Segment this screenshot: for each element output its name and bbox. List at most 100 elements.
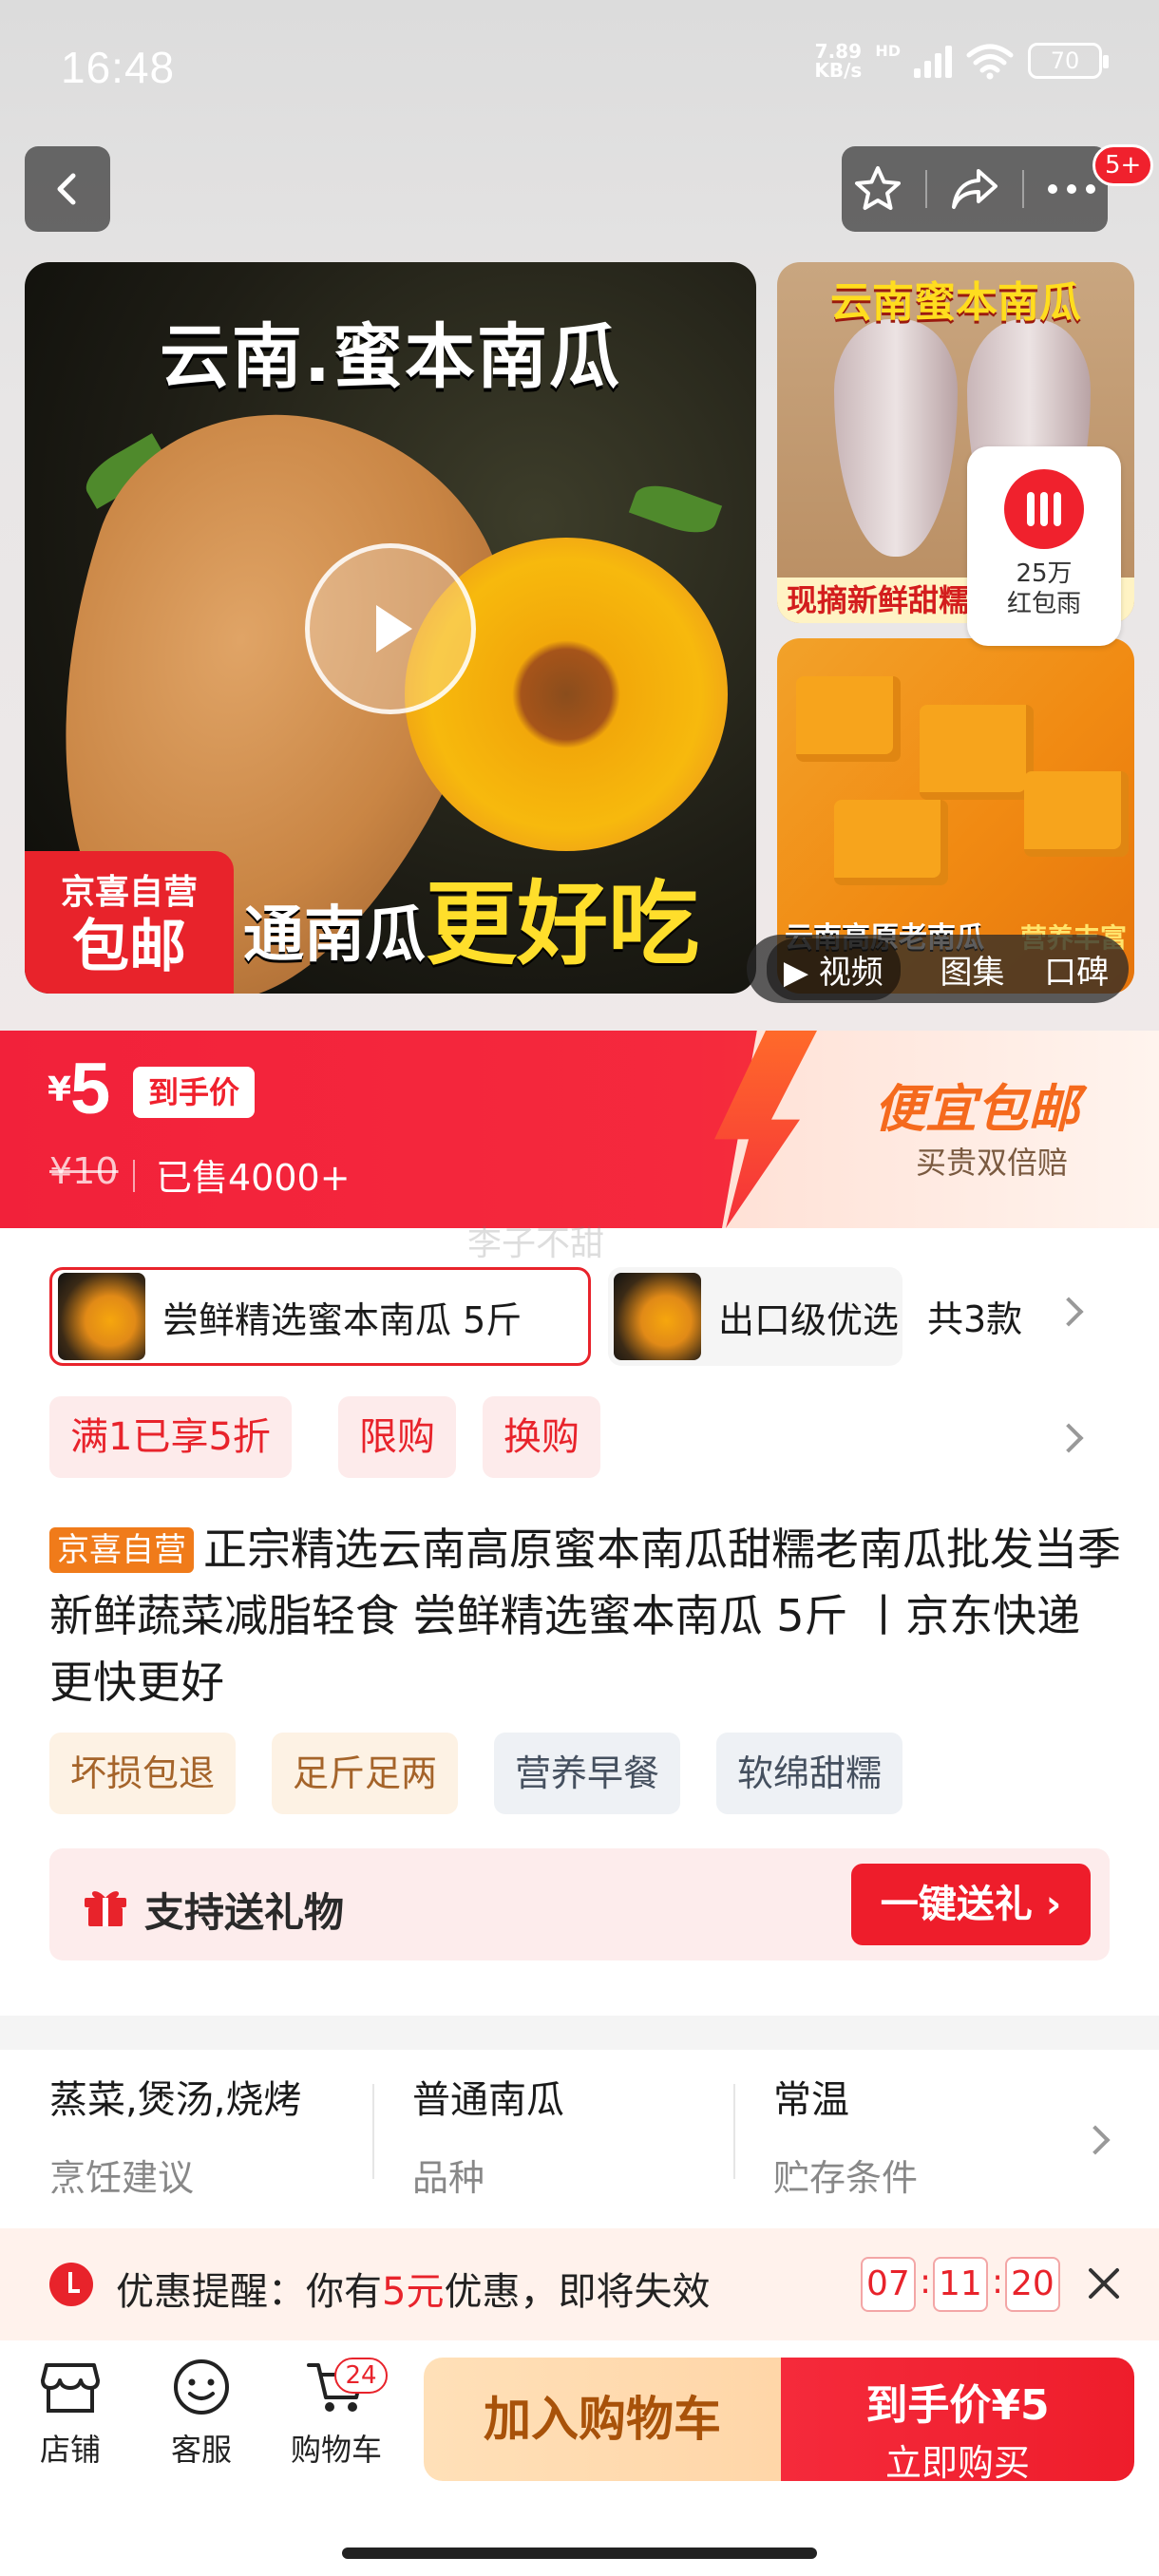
back-button[interactable] bbox=[25, 146, 110, 232]
promo-limit[interactable]: 限购 bbox=[338, 1396, 456, 1478]
pumpkin-cube bbox=[920, 705, 1034, 800]
leaf-decoration bbox=[628, 476, 723, 542]
section-divider bbox=[0, 2016, 1159, 2050]
battery-icon: 70 bbox=[1028, 43, 1109, 79]
cart-count-badge: 24 bbox=[334, 2358, 388, 2394]
reminder-suffix: 优惠，即将失效 bbox=[444, 2270, 711, 2314]
spec-value: 蒸菜,煲汤,烧烤 bbox=[49, 2078, 302, 2122]
media-tabs: ▶ 视频 图集 口碑 bbox=[747, 935, 1129, 1003]
send-gift-button[interactable]: 一键送礼 › bbox=[851, 1864, 1091, 1945]
smile-icon bbox=[174, 2359, 229, 2415]
red-packet-label: 红包雨 bbox=[1006, 590, 1081, 618]
chevron-right-icon[interactable] bbox=[1054, 1297, 1084, 1327]
service-tag: 坏损包退 bbox=[49, 1733, 237, 1814]
net-speed: 7.89 KB/s bbox=[814, 42, 862, 80]
red-packet-amount: 25万 bbox=[1016, 559, 1073, 588]
spec-section[interactable]: 蒸菜,煲汤,烧烤 烹饪建议 普通南瓜 品种 常温 贮存条件 bbox=[0, 2050, 1159, 2230]
status-bar: 16:48 7.89 KB/s HD 70 bbox=[0, 0, 1159, 133]
clock-icon bbox=[49, 2263, 93, 2306]
variant-label: 出口级优选 bbox=[718, 1298, 900, 1341]
tab-video[interactable]: ▶ 视频 bbox=[766, 938, 901, 1000]
play-icon bbox=[376, 605, 412, 653]
spec-key: 烹饪建议 bbox=[49, 2157, 195, 2199]
variant-option[interactable]: 出口级优选 bbox=[608, 1267, 902, 1366]
net-speed-unit: KB/s bbox=[814, 59, 863, 82]
spec-cooking: 蒸菜,煲汤,烧烤 烹饪建议 bbox=[49, 2069, 301, 2201]
divider bbox=[733, 2084, 735, 2179]
price-amount: 5 bbox=[70, 1049, 111, 1129]
store-icon bbox=[41, 2363, 100, 2413]
promo-exchange[interactable]: 换购 bbox=[483, 1396, 600, 1478]
variant-option-selected[interactable]: 尝鲜精选蜜本南瓜 5斤 bbox=[49, 1267, 591, 1366]
chevron-left-icon bbox=[57, 173, 76, 205]
store-button[interactable]: 店铺 bbox=[13, 2358, 127, 2470]
hd-indicator: HD bbox=[875, 42, 901, 60]
variant-thumbnail bbox=[614, 1273, 701, 1360]
reminder-text: 优惠提醒：你有5元优惠，即将失效 bbox=[116, 2261, 710, 2316]
close-icon[interactable] bbox=[1085, 2264, 1123, 2302]
self-operated-badge: 京喜自营 包邮 bbox=[25, 851, 234, 994]
tab-gallery[interactable]: 图集 bbox=[940, 946, 1004, 993]
spec-storage: 常温 贮存条件 bbox=[773, 2069, 918, 2201]
nav-actions bbox=[842, 146, 1108, 232]
message-badge: 5+ bbox=[1092, 144, 1154, 186]
countdown-seconds: 20 bbox=[1005, 2257, 1060, 2312]
add-to-cart-button[interactable]: 加入购物车 bbox=[424, 2358, 781, 2481]
variant-count[interactable]: 共3款 bbox=[927, 1290, 1022, 1342]
hero-section: 16:48 7.89 KB/s HD 70 5+ 云南.蜜本南瓜 通南瓜更好吃 … bbox=[0, 0, 1159, 1031]
side-image-title: 云南蜜本南瓜 bbox=[830, 278, 1081, 327]
promo-subtitle: 买贵双倍赔 bbox=[916, 1145, 1069, 1181]
squash-illustration bbox=[834, 319, 958, 557]
final-price-tag: 到手价 bbox=[133, 1067, 256, 1118]
chevron-right-icon[interactable] bbox=[1054, 1423, 1084, 1453]
feature-tag: 营养早餐 bbox=[494, 1733, 681, 1814]
pumpkin-cube bbox=[1024, 771, 1129, 857]
promo-discount[interactable]: 满1已享5折 bbox=[49, 1396, 292, 1478]
share-icon[interactable] bbox=[948, 163, 1001, 215]
wifi-icon bbox=[966, 44, 1014, 80]
image-slogan-highlight: 更好吃 bbox=[426, 871, 699, 977]
countdown-colon: : bbox=[920, 2263, 932, 2301]
spec-value: 常温 bbox=[773, 2078, 849, 2122]
variant-selector: 尝鲜精选蜜本南瓜 5斤 出口级优选 共3款 bbox=[0, 1254, 1159, 1368]
signal-icon bbox=[914, 44, 952, 78]
countdown-minutes: 11 bbox=[933, 2257, 988, 2312]
net-speed-value: 7.89 bbox=[814, 40, 863, 63]
cart-label: 购物车 bbox=[290, 2432, 382, 2468]
pumpkin-cube bbox=[796, 676, 901, 762]
reminder-prefix: 优惠提醒：你有 bbox=[116, 2270, 382, 2314]
reminder-amount: 5元 bbox=[382, 2270, 445, 2314]
product-title-text: 正宗精选云南高原蜜本南瓜甜糯老南瓜批发当季新鲜蔬菜减脂轻食 尝鲜精选蜜本南瓜 5… bbox=[49, 1524, 1121, 1708]
customer-service-button[interactable]: 客服 bbox=[144, 2358, 258, 2470]
image-title: 云南.蜜本南瓜 bbox=[159, 316, 622, 398]
tab-video-label: 视频 bbox=[818, 953, 884, 992]
countdown-colon: : bbox=[992, 2263, 1004, 2301]
home-indicator[interactable] bbox=[342, 2548, 817, 2559]
countdown-hours: 07 bbox=[861, 2257, 916, 2312]
buy-now-button[interactable]: 到手价¥5 立即购买 bbox=[781, 2358, 1134, 2484]
more-icon[interactable] bbox=[1046, 182, 1097, 196]
product-title: 京喜自营 正宗精选云南高原蜜本南瓜甜糯老南瓜批发当季新鲜蔬菜减脂轻食 尝鲜精选蜜本… bbox=[49, 1516, 1123, 1715]
play-button[interactable] bbox=[305, 543, 476, 714]
feature-tag: 软绵甜糯 bbox=[716, 1733, 903, 1814]
original-price: ¥10 bbox=[49, 1150, 119, 1192]
bottom-action-bar: 店铺 客服 购物车 24 加入购物车 到手价¥5 立即购买 bbox=[0, 2340, 1159, 2576]
divider bbox=[372, 2084, 374, 2179]
variant-label: 尝鲜精选蜜本南瓜 5斤 bbox=[162, 1298, 522, 1341]
tab-reviews[interactable]: 口碑 bbox=[1044, 946, 1109, 993]
red-packet-rain-button[interactable]: 25万 红包雨 bbox=[967, 446, 1121, 646]
price-banner: ¥ 5 到手价 ¥10 已售4000+ 便宜包邮 买贵双倍赔 bbox=[0, 1031, 1159, 1228]
store-label: 店铺 bbox=[39, 2432, 101, 2468]
gift-label: 支持送礼物 bbox=[144, 1889, 345, 1936]
status-time: 16:48 bbox=[61, 43, 176, 92]
star-icon[interactable] bbox=[852, 163, 903, 215]
gift-bar: 支持送礼物 一键送礼 › bbox=[49, 1848, 1110, 1960]
spec-key: 品种 bbox=[412, 2157, 485, 2199]
main-product-image[interactable]: 云南.蜜本南瓜 通南瓜更好吃 京喜自营 包邮 bbox=[25, 262, 756, 994]
variant-thumbnail bbox=[58, 1273, 145, 1360]
chevron-right-icon[interactable] bbox=[1080, 2125, 1111, 2155]
pumpkin-cube bbox=[834, 800, 948, 885]
self-operated-text: 京喜自营 bbox=[60, 873, 198, 912]
buy-now-label: 立即购买 bbox=[884, 2442, 1030, 2484]
status-icons: 7.89 KB/s HD 70 bbox=[814, 42, 1109, 80]
